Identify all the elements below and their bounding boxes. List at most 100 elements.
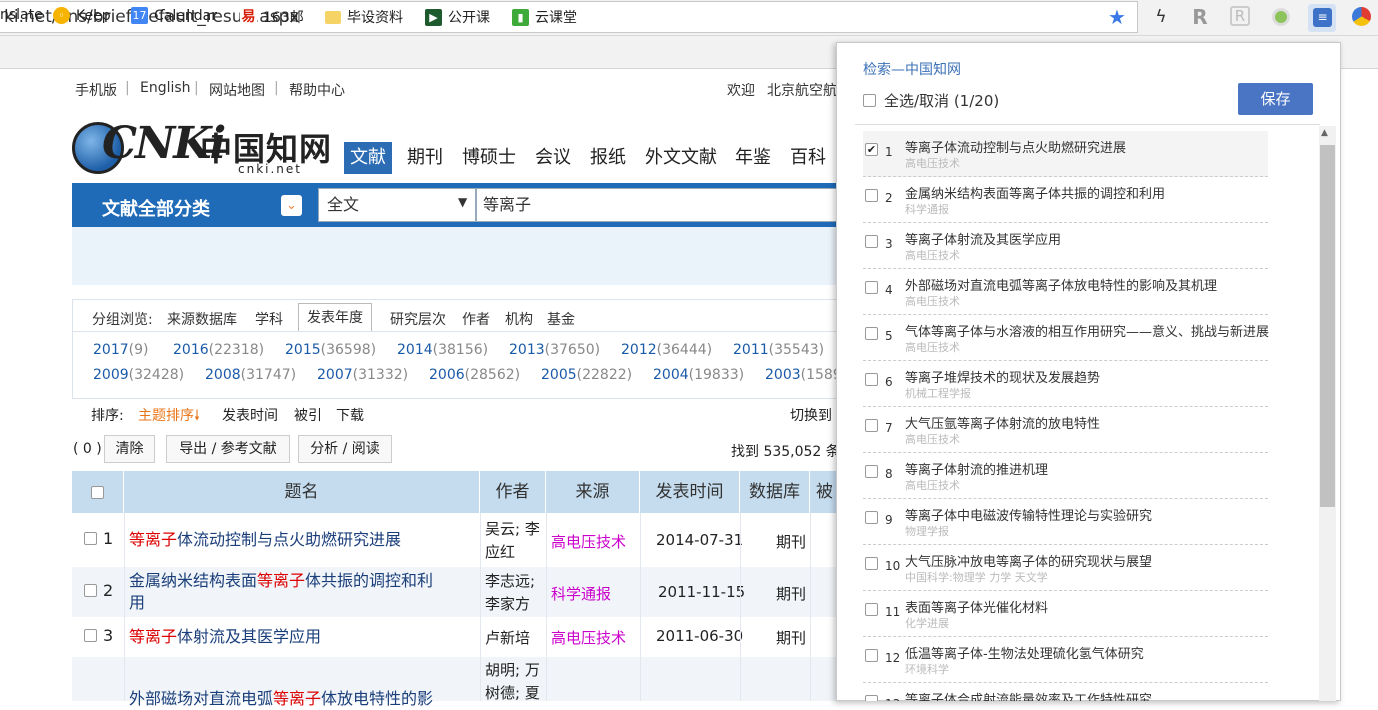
article-title-link[interactable]: 外部磁场对直流电弧等离子体放电特性的影 (129, 688, 433, 710)
article-title-line2[interactable]: 用 (129, 592, 145, 614)
year-link[interactable]: 2011(35543) (733, 342, 824, 358)
row-checkbox[interactable] (84, 532, 97, 545)
year-link[interactable]: 2009(32428) (93, 367, 184, 383)
item-checkbox[interactable] (865, 465, 878, 478)
select-all-toggle[interactable]: 全选/取消 (1/20) (863, 90, 999, 111)
group-level[interactable]: 研究层次 (390, 309, 446, 329)
item-checkbox[interactable] (865, 695, 878, 701)
popup-list-item[interactable]: 3 等离子体射流及其医学应用 高电压技术 (863, 223, 1268, 269)
export-button[interactable]: 导出 / 参考文献 (166, 435, 290, 463)
item-title[interactable]: 等离子体中电磁波传输特性理论与实验研究 (905, 505, 1152, 524)
group-author[interactable]: 作者 (462, 309, 490, 329)
item-checkbox[interactable] (865, 189, 878, 202)
year-link[interactable]: 2008(31747) (205, 367, 296, 383)
item-title[interactable]: 金属纳米结构表面等离子体共振的调控和利用 (905, 183, 1165, 202)
header-date[interactable]: 发表时间 (640, 471, 740, 513)
link-english[interactable]: English (140, 80, 191, 96)
tab-journal[interactable]: 期刊 (407, 142, 443, 174)
article-title-link[interactable]: 等离子体射流及其医学应用 (129, 626, 321, 648)
item-checkbox[interactable] (865, 327, 878, 340)
search-input[interactable]: 等离子 (476, 188, 852, 222)
select-all-checkbox[interactable] (91, 485, 104, 499)
popup-list-item[interactable]: 5 气体等离子体与水溶液的相互作用研究——意义、挑战与新进展 高电压技术 (863, 315, 1269, 361)
item-checkbox[interactable]: ✔ (865, 143, 878, 156)
bookmark-folder-thesis[interactable]: 毕设资料 (325, 7, 403, 27)
popup-list-item[interactable]: 2 金属纳米结构表面等离子体共振的调控和利用 科学通报 (863, 177, 1268, 223)
header-author[interactable]: 作者 (480, 471, 546, 513)
popup-list-item[interactable]: 8 等离子体射流的推进机理 高电压技术 (863, 453, 1268, 499)
popup-list-item[interactable]: 7 大气压氩等离子体射流的放电特性 高电压技术 (863, 407, 1268, 453)
save-button[interactable]: 保存 (1238, 83, 1313, 115)
item-title[interactable]: 等离子体射流及其医学应用 (905, 229, 1061, 248)
source-link[interactable]: 高电压技术 (551, 531, 626, 552)
bookmark-open-course[interactable]: ▶ 公开课 (425, 7, 490, 27)
item-title[interactable]: 气体等离子体与水溶液的相互作用研究——意义、挑战与新进展 (905, 321, 1269, 340)
scroll-up-arrow-icon[interactable]: ▲ (1321, 128, 1328, 138)
year-link[interactable]: 2004(19833) (653, 367, 744, 383)
lightning-extension-icon[interactable]: ϟ (1150, 6, 1172, 28)
year-link[interactable]: 2007(31332) (317, 367, 408, 383)
tab-foreign[interactable]: 外文文献 (645, 142, 717, 174)
item-title[interactable]: 大气压脉冲放电等离子体的研究现状与展望 (905, 551, 1152, 570)
author-line[interactable]: 胡明; 万 (485, 659, 540, 680)
year-link[interactable]: 2014(38156) (397, 342, 488, 358)
group-subject[interactable]: 学科 (255, 309, 283, 329)
sort-by-download[interactable]: 下载 (336, 405, 364, 425)
popup-list-item[interactable]: ✔ 1 等离子体流动控制与点火助燃研究进展 高电压技术 (863, 131, 1268, 177)
select-all-checkbox[interactable] (863, 94, 876, 107)
pie-extension-icon[interactable] (1352, 7, 1371, 26)
popup-list-item[interactable]: 10 大气压脉冲放电等离子体的研究现状与展望 中国科学:物理学 力学 天文学 (863, 545, 1268, 591)
source-link[interactable]: 高电压技术 (551, 627, 626, 648)
tab-yearbook[interactable]: 年鉴 (735, 142, 771, 174)
r-extension-icon[interactable]: R (1189, 6, 1211, 28)
group-source-db[interactable]: 来源数据库 (167, 309, 237, 329)
popup-list-item[interactable]: 12 低温等离子体-生物法处理硫化氢气体研究 环境科学 (863, 637, 1268, 683)
group-fund[interactable]: 基金 (547, 309, 575, 329)
tab-conference[interactable]: 会议 (535, 142, 571, 174)
popup-list-item[interactable]: 4 外部磁场对直流电弧等离子体放电特性的影响及其机理 高电压技术 (863, 269, 1268, 315)
author-line[interactable]: 李家方 (485, 593, 530, 614)
link-sitemap[interactable]: 网站地图 (209, 80, 265, 100)
item-title[interactable]: 等离子体射流的推进机理 (905, 459, 1048, 478)
year-link[interactable]: 2012(36444) (621, 342, 712, 358)
bookmark-163mail[interactable]: 易 163邮 (240, 7, 304, 27)
popup-list-item[interactable]: 9 等离子体中电磁波传输特性理论与实验研究 物理学报 (863, 499, 1268, 545)
year-link[interactable]: 2003(1589 (765, 367, 842, 383)
bookmark-keep[interactable]: ◦ Keep (53, 7, 111, 24)
article-title-link[interactable]: 等离子体流动控制与点火助燃研究进展 (129, 529, 401, 551)
header-db[interactable]: 数据库 (740, 471, 810, 513)
year-link[interactable]: 2017(9) (93, 342, 148, 358)
tab-encyclopedia[interactable]: 百科 (790, 142, 826, 174)
item-checkbox[interactable] (865, 603, 878, 616)
year-link[interactable]: 2013(37650) (509, 342, 600, 358)
tab-literature[interactable]: 文献 (344, 142, 392, 174)
author-line[interactable]: 李志远; (485, 570, 535, 591)
author-line[interactable]: 应红 (485, 541, 515, 562)
chevron-down-icon[interactable]: ⌄ (281, 195, 302, 216)
item-checkbox[interactable] (865, 235, 878, 248)
year-link[interactable]: 2015(36598) (285, 342, 376, 358)
document-list-extension-icon[interactable]: ≡ (1313, 8, 1332, 27)
row-checkbox[interactable] (84, 629, 97, 642)
header-title[interactable]: 题名 (124, 471, 480, 513)
sort-by-cited[interactable]: 被引 (294, 405, 322, 425)
sort-by-date[interactable]: 发表时间 (222, 405, 278, 425)
item-title[interactable]: 等离子堆焊技术的现状及发展趋势 (905, 367, 1100, 386)
row-checkbox[interactable] (84, 584, 97, 597)
tab-thesis[interactable]: 博硕士 (462, 142, 516, 174)
year-link[interactable]: 2016(22318) (173, 342, 264, 358)
clear-button[interactable]: 清除 (104, 435, 155, 463)
tab-newspaper[interactable]: 报纸 (590, 142, 626, 174)
r-outline-extension-icon[interactable]: R (1230, 6, 1250, 26)
item-checkbox[interactable] (865, 419, 878, 432)
item-title[interactable]: 表面等离子体光催化材料 (905, 597, 1048, 616)
author-line[interactable]: 树德; 夏 (485, 682, 540, 703)
item-checkbox[interactable] (865, 557, 878, 570)
green-circle-extension-icon[interactable] (1272, 8, 1290, 26)
author-line[interactable]: 吴云; 李 (485, 518, 540, 539)
item-title[interactable]: 等离子体流动控制与点火助燃研究进展 (905, 137, 1126, 156)
bookmark-calendar[interactable]: 17 Calendar (131, 7, 217, 24)
group-org[interactable]: 机构 (505, 309, 533, 329)
item-checkbox[interactable] (865, 373, 878, 386)
category-selector[interactable]: 文献全部分类 (102, 195, 210, 221)
